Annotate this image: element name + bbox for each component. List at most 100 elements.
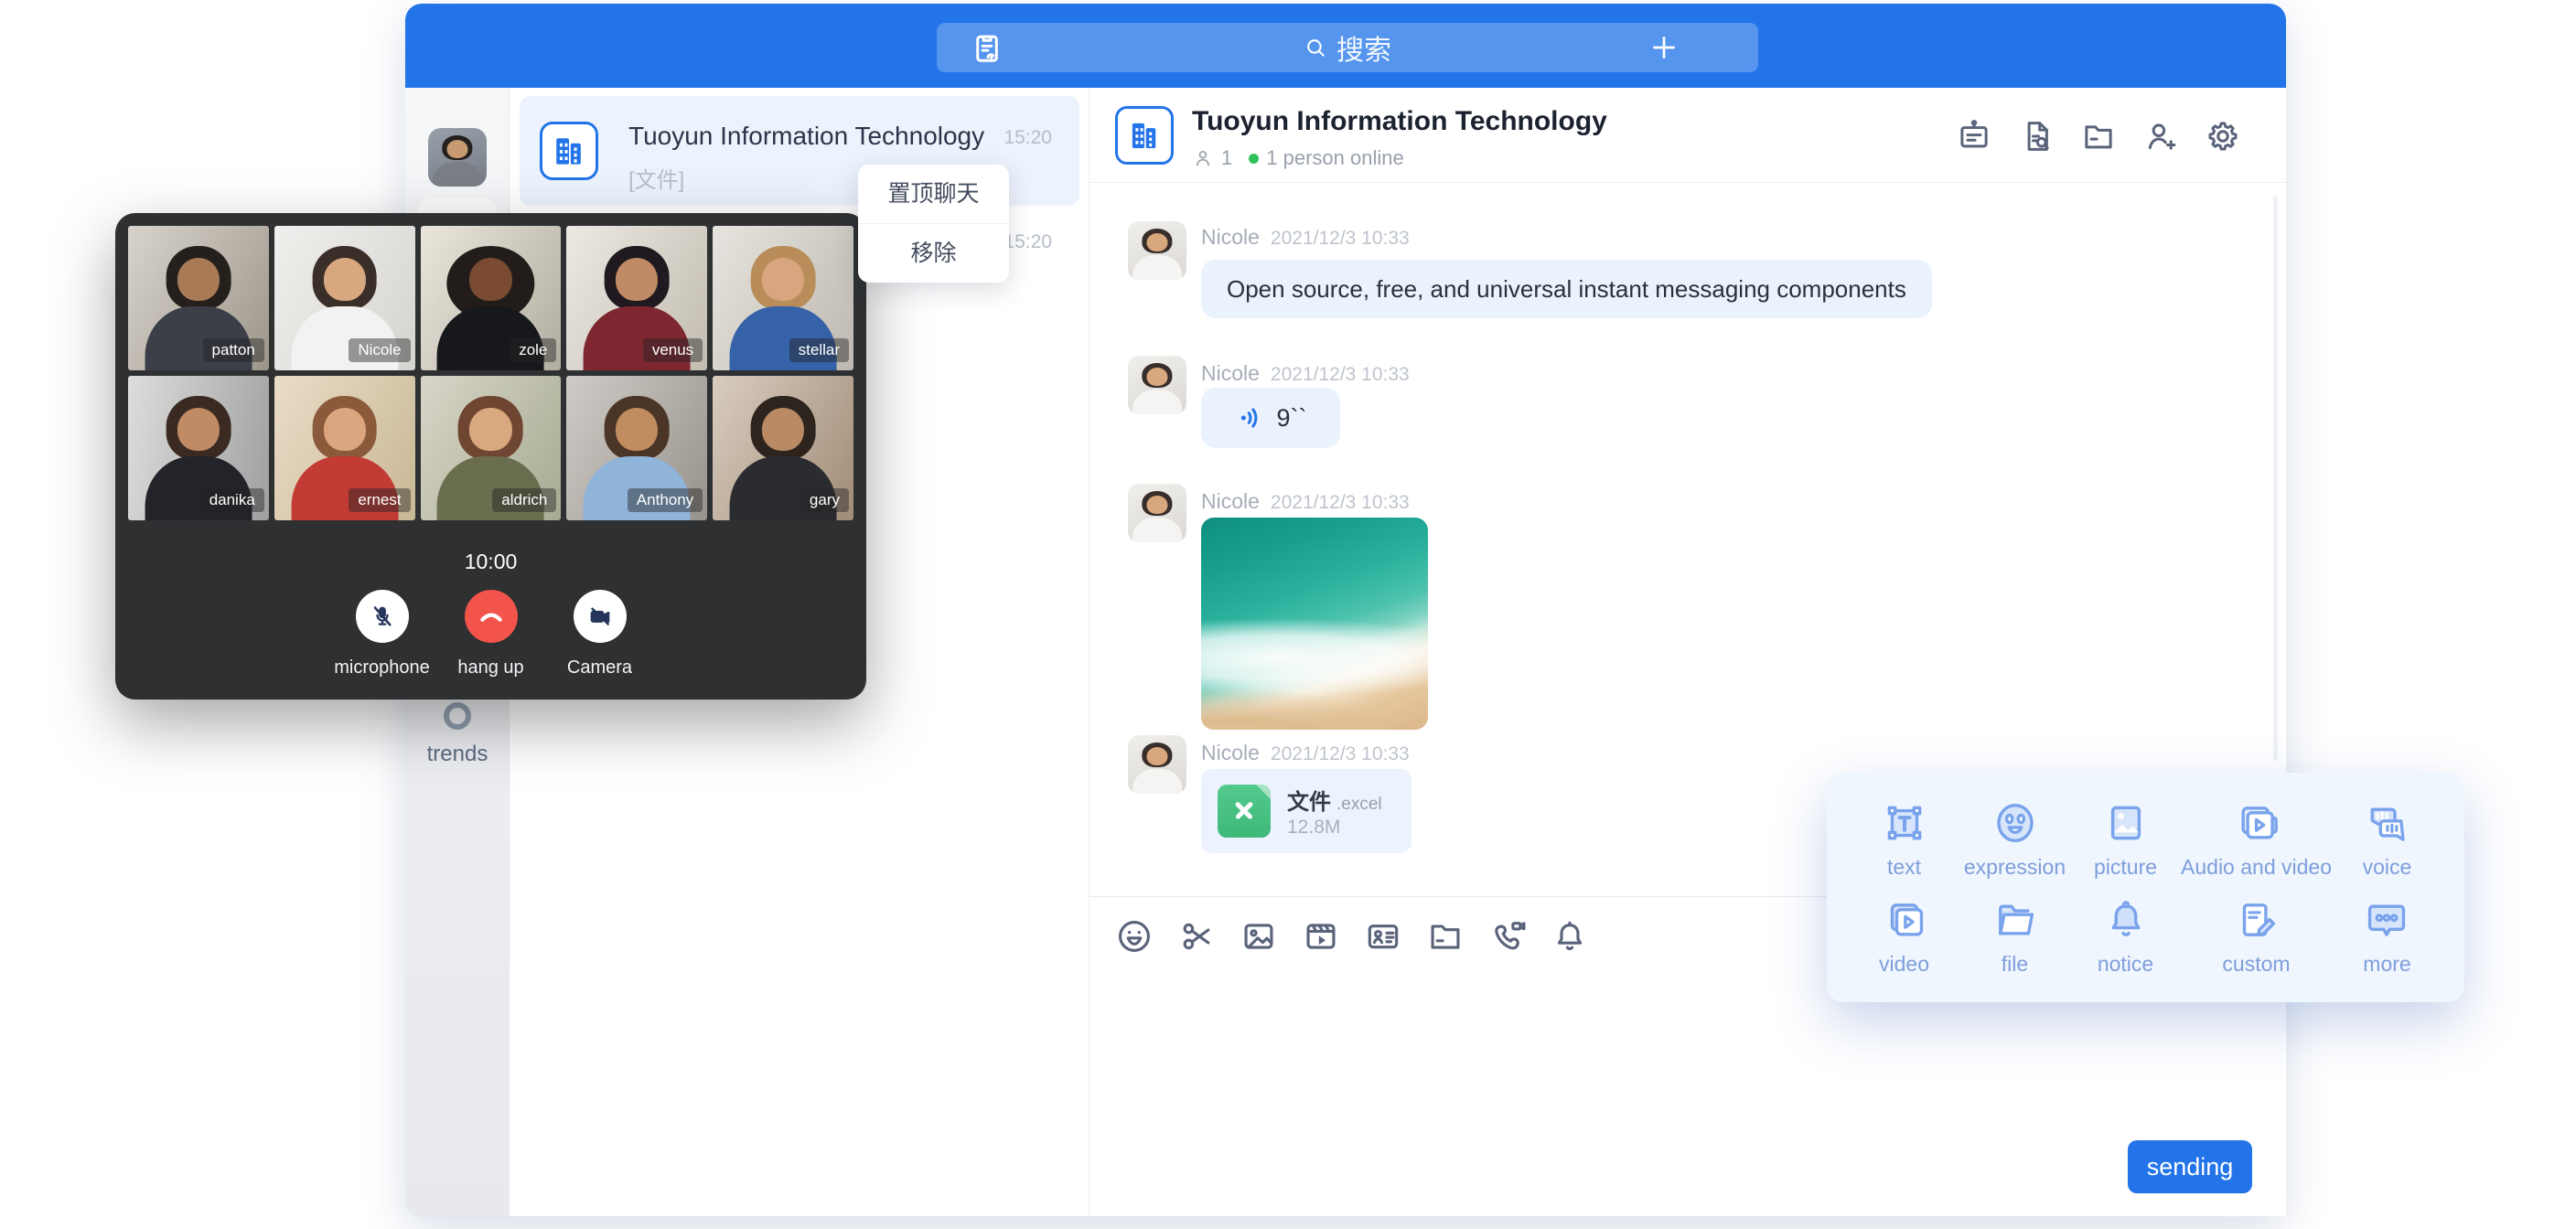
participant-tile: Anthony — [566, 376, 707, 520]
avatar[interactable] — [1128, 221, 1186, 280]
participant-name: Nicole — [349, 338, 410, 362]
online-dot — [1249, 154, 1259, 164]
conversation-time: 15:20 — [1004, 231, 1052, 253]
trends-icon — [444, 702, 471, 730]
message-time: 2021/12/3 10:33 — [1271, 743, 1410, 764]
image-icon[interactable] — [1239, 916, 1279, 956]
file-message-card[interactable]: 文件.excel 12.8M — [1201, 769, 1411, 853]
video-clapper-icon[interactable] — [1301, 916, 1341, 956]
participant-tile: zole — [421, 226, 562, 370]
message-meta: Nicole 2021/12/3 10:33 — [1201, 489, 1410, 514]
camera-label: Camera — [567, 657, 632, 679]
avatar[interactable] — [1128, 484, 1186, 542]
picture-icon — [2101, 798, 2151, 848]
emoji-icon[interactable] — [1114, 916, 1154, 956]
chat-header: Tuoyun Information Technology 1 1 person… — [1089, 88, 2286, 183]
message-text: Open source, free, and universal instant… — [1227, 275, 1906, 304]
message-meta: Nicole2021/12/3 10:33 — [1201, 741, 1410, 765]
folder-icon[interactable] — [2079, 117, 2118, 155]
scrollbar[interactable] — [2273, 196, 2278, 761]
participant-name: ernest — [349, 488, 410, 512]
file-ext: .excel — [1336, 795, 1382, 814]
announcement-icon[interactable] — [1955, 117, 1993, 155]
participant-name: zole — [510, 338, 556, 362]
chat-panel: Tuoyun Information Technology 1 1 person… — [1089, 88, 2286, 1216]
search-field[interactable]: 搜索 — [937, 23, 1758, 72]
participant-tile: gary — [713, 376, 853, 520]
chat-group-avatar[interactable] — [1115, 106, 1174, 165]
text-icon — [1880, 798, 1929, 848]
video-call-window: patton Nicole zole venus stellar danika — [115, 213, 866, 700]
participant-name: stellar — [789, 338, 849, 362]
company-buildings-icon — [1125, 116, 1164, 155]
sender-name: Nicole — [1201, 361, 1260, 385]
message-type-popup: text expression picture — [1827, 773, 2464, 1002]
company-buildings-icon — [549, 131, 589, 171]
expression-icon — [1991, 798, 2040, 848]
screenshot-scissors-icon[interactable] — [1176, 916, 1217, 956]
group-avatar — [540, 122, 598, 180]
file-size: 12.8M — [1287, 817, 1340, 839]
hang-up-button[interactable] — [465, 590, 518, 643]
participant-tile: Nicole — [274, 226, 415, 370]
menu-item-pin-chat[interactable]: 置顶聊天 — [858, 165, 1009, 223]
mic-off-icon — [369, 603, 396, 630]
avatar[interactable] — [1128, 356, 1186, 414]
popup-item-picture[interactable]: picture — [2070, 791, 2181, 888]
avatar[interactable] — [1128, 735, 1186, 794]
settings-gear-icon[interactable] — [2204, 117, 2242, 155]
popup-item-more[interactable]: more — [2332, 888, 2442, 985]
participant-name: aldrich — [492, 488, 556, 512]
profile-avatar[interactable] — [428, 128, 487, 187]
call-controls: microphone hang up — [115, 590, 866, 679]
participant-tile: venus — [566, 226, 707, 370]
message-time: 2021/12/3 10:33 — [1271, 492, 1410, 513]
message-search-icon[interactable] — [2017, 117, 2055, 155]
conversation-last-message: [文件] — [628, 162, 684, 194]
participant-tile: stellar — [713, 226, 853, 370]
notice-bell-icon — [2101, 895, 2151, 945]
camera-toggle-button[interactable] — [574, 590, 627, 643]
file-name: 文件.excel — [1287, 784, 1382, 816]
message-meta: Nicole 2021/12/3 10:33 — [1201, 361, 1410, 386]
popup-item-text[interactable]: text — [1849, 791, 1959, 888]
page: 搜索 trends — [0, 0, 2576, 1229]
text-message-bubble: Open source, free, and universal instant… — [1201, 260, 1932, 318]
chat-subtitle: 1 1 person online — [1192, 146, 1404, 170]
excel-file-icon — [1218, 785, 1271, 838]
add-member-icon[interactable] — [2141, 117, 2180, 155]
participant-tile: patton — [128, 226, 269, 370]
call-icon[interactable] — [1487, 916, 1528, 956]
popup-item-expression[interactable]: expression — [1959, 791, 2070, 888]
file-folder-icon[interactable] — [1425, 916, 1465, 956]
search-placeholder: 搜索 — [1336, 27, 1391, 68]
plus-icon[interactable] — [1648, 32, 1680, 63]
popup-item-video[interactable]: video — [1849, 888, 1959, 985]
menu-item-remove[interactable]: 移除 — [858, 224, 1009, 283]
message-time: 2021/12/3 10:33 — [1271, 364, 1410, 385]
popup-item-notice[interactable]: notice — [2070, 888, 2181, 985]
voice-message-bubble[interactable]: 9`` — [1201, 388, 1340, 448]
image-message-beach[interactable] — [1201, 518, 1428, 730]
popup-item-custom[interactable]: custom — [2181, 888, 2332, 985]
members-icon — [1192, 147, 1214, 169]
message-time: 2021/12/3 10:33 — [1271, 228, 1410, 249]
audio-video-icon — [2232, 798, 2281, 848]
send-button[interactable]: sending — [2128, 1140, 2252, 1193]
contact-card-icon[interactable] — [1363, 916, 1403, 956]
conversation-context-menu: 置顶聊天 移除 — [858, 165, 1009, 283]
conversation-time: 15:20 — [1004, 127, 1052, 149]
hang-up-icon — [476, 601, 507, 632]
member-count: 1 — [1221, 146, 1232, 170]
microphone-label: microphone — [334, 657, 430, 679]
popup-item-file[interactable]: file — [1959, 888, 2070, 985]
popup-item-audio-video[interactable]: Audio and video — [2181, 791, 2332, 888]
sender-name: Nicole — [1201, 489, 1260, 513]
search-icon — [1304, 36, 1327, 59]
search-bar[interactable]: 搜索 — [937, 23, 1758, 72]
notification-bell-icon[interactable] — [1550, 916, 1590, 956]
popup-item-voice[interactable]: voice — [2332, 791, 2442, 888]
sidebar-item-trends[interactable]: trends — [405, 702, 510, 767]
composer-toolbar — [1114, 916, 1590, 956]
microphone-mute-button[interactable] — [356, 590, 409, 643]
